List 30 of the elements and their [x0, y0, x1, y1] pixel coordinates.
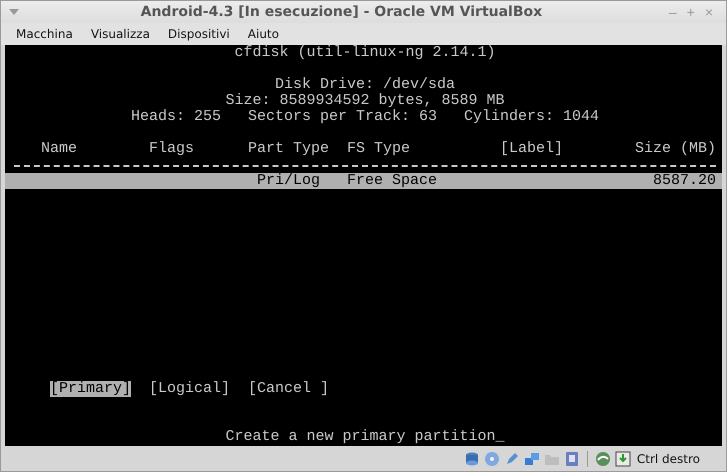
column-header: Size (MB) — [635, 141, 716, 157]
optical-disc-icon[interactable] — [484, 450, 500, 466]
menu-item[interactable]: Visualizza — [82, 27, 159, 41]
disk-info: Size: 8589934592 bytes, 8589 MB — [225, 92, 505, 109]
column-header: Flags — [149, 141, 194, 157]
partition-row[interactable]: Pri/Log Free Space 8587.20 — [5, 173, 722, 189]
host-key-label: Ctrl destro — [636, 452, 700, 466]
table-cell: Pri/Log — [257, 173, 320, 189]
status-message: Create a new primary partition_ — [225, 428, 505, 445]
column-header: Name — [41, 141, 77, 157]
chip-icon[interactable] — [564, 450, 580, 466]
column-header: [Label] — [500, 141, 563, 157]
menu-item[interactable]: Aiuto — [238, 27, 288, 41]
network-icon[interactable] — [524, 450, 540, 466]
window-title: Android-4.3 [In esecuzione] - Oracle VM VirtualBox — [140, 4, 544, 20]
disk-info: Disk Drive: /dev/sda — [274, 76, 456, 93]
download-icon[interactable] — [614, 450, 631, 466]
menu-item[interactable]: Dispositivi — [158, 27, 239, 41]
table-cell: Free Space — [347, 173, 437, 189]
menu-item[interactable]: Macchina — [7, 27, 82, 41]
disk-info: Heads: 255 Sectors per Track: 63 Cylinders: 1044 — [130, 108, 600, 125]
table-cell: 8587.20 — [653, 173, 716, 189]
menu-button[interactable]: [Primary] — [50, 381, 131, 397]
hard-disk-icon[interactable] — [464, 450, 480, 466]
menu-button[interactable]: [Cancel ] — [248, 381, 329, 397]
window-menu-icon[interactable] — [9, 9, 19, 15]
program-title: cfdisk (util-linux-ng 2.14.1) — [234, 45, 496, 61]
menu-button[interactable]: [Logical] — [149, 381, 230, 397]
column-header: Part Type — [248, 141, 329, 157]
column-header: FS Type — [347, 141, 410, 157]
